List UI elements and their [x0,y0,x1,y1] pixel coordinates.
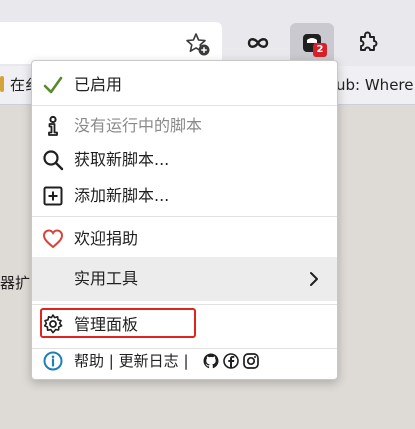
chevron-right-icon [310,272,318,286]
facebook-icon[interactable] [223,353,239,369]
github-icon[interactable] [203,353,219,369]
highlight-annotation [40,308,196,338]
changelog-link[interactable]: 更新日志 [119,352,179,370]
instagram-icon[interactable] [243,353,259,369]
bookmark-star-icon[interactable] [185,31,211,57]
help-links: 帮助 | 更新日志 | [74,351,189,371]
help-row: 帮助 | 更新日志 | [32,345,337,377]
enabled-toggle[interactable]: 已启用 [32,67,337,103]
donate-label: 欢迎捐助 [74,229,139,248]
add-new-script-label: 添加新脚本... [74,186,170,205]
menu-divider [32,216,337,217]
no-scripts-label: 没有运行中的脚本 [74,116,203,135]
plus-square-icon [43,186,63,206]
userscript-extension-button[interactable] [290,23,334,65]
check-icon [43,76,63,94]
menu-divider [32,105,337,106]
infinity-icon[interactable] [236,23,280,65]
info-circle-icon [43,351,63,371]
donate-item[interactable]: 欢迎捐助 [32,221,337,257]
get-new-scripts-item[interactable]: 获取新脚本... [32,143,337,177]
bookmark-item[interactable]: ub: Where t [336,76,415,94]
search-icon [43,150,64,171]
enabled-label: 已启用 [74,75,123,94]
add-new-script-item[interactable]: 添加新脚本... [32,179,337,213]
get-new-scripts-label: 获取新脚本... [74,150,170,169]
no-scripts-item: 没有运行中的脚本 [32,109,337,143]
puzzle-icon[interactable] [346,23,390,65]
info-i-icon [48,115,58,136]
heart-icon [42,229,64,249]
menu-divider [32,304,337,305]
help-link[interactable]: 帮助 [74,352,104,370]
link-separator: | [183,352,189,370]
utilities-submenu-item[interactable]: 实用工具 [32,257,337,301]
link-separator: | [108,352,114,370]
page-text: 器扩 [0,274,31,292]
utilities-label: 实用工具 [74,269,139,288]
script-count-badge: 2 [313,43,327,57]
bookmark-folder-icon [0,76,4,92]
